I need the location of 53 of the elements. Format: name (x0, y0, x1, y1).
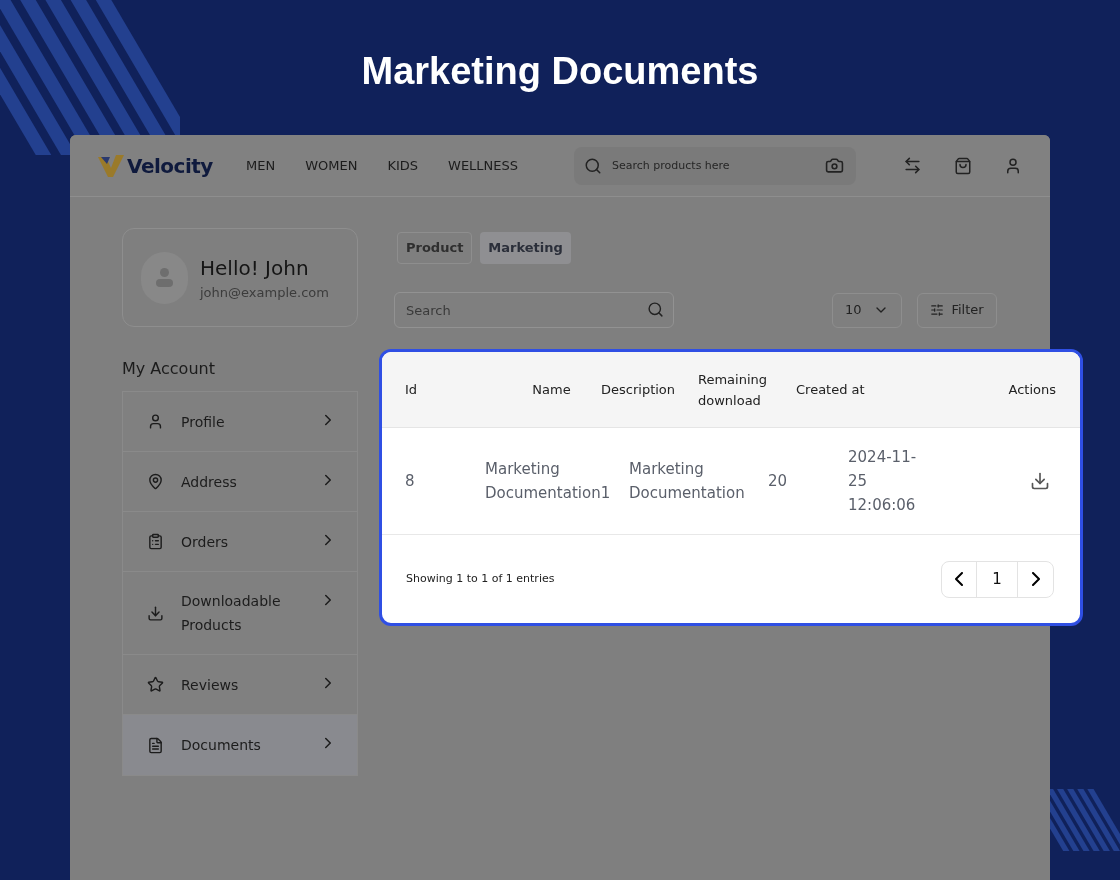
tab[interactable]: Product (397, 232, 473, 264)
column-header: Created at (796, 380, 866, 399)
page-size-select[interactable]: 10 (832, 292, 902, 328)
document-icon (147, 736, 164, 754)
chevron-left-icon (955, 572, 963, 586)
chevron-right-icon (325, 737, 331, 749)
column-header: Remaining download (698, 370, 769, 410)
chevron-right-icon (325, 474, 331, 486)
table-cell-text: 2024-11-25 12:06:06 (848, 447, 918, 516)
product-search-field[interactable]: Search products here (574, 146, 857, 185)
greeting-text: Hello! John (200, 254, 310, 282)
logo-icon (98, 154, 124, 177)
logo-text: Velocity (127, 152, 213, 180)
column-header: Actions (1008, 380, 1056, 399)
account-icon[interactable] (1004, 156, 1022, 175)
nav-link[interactable]: MEN (246, 155, 276, 176)
column-header: Description (601, 380, 677, 399)
bag-icon[interactable] (954, 156, 972, 175)
entries-summary: Showing 1 to 1 of 1 entries (406, 570, 555, 587)
nav-link[interactable]: KIDS (387, 155, 419, 176)
email-text: john@example.com (200, 283, 329, 302)
nav-link[interactable]: WELLNESS (448, 155, 519, 176)
search-icon (647, 301, 664, 318)
chevron-right-icon (325, 534, 331, 546)
nav-link[interactable]: WOMEN (305, 155, 358, 176)
chevron-right-icon (325, 594, 331, 606)
clipboard-icon (147, 533, 164, 550)
table-cell-text: 8 (405, 471, 416, 492)
tab[interactable]: Marketing (480, 232, 571, 264)
search-field[interactable]: Search (394, 292, 674, 328)
compare-icon[interactable] (903, 156, 922, 175)
sliders-icon (930, 303, 945, 317)
table-cell-text: Marketing Documentation1 (485, 459, 612, 504)
column-header: Id (405, 380, 419, 399)
section-heading: My Account (122, 358, 216, 380)
chevron-right-icon (325, 677, 331, 689)
page-button[interactable]: 1 (977, 561, 1018, 597)
avatar-icon (141, 251, 188, 304)
download-icon[interactable] (1030, 471, 1050, 491)
page-title: Marketing Documents (361, 49, 759, 94)
filter-button[interactable]: Filter (917, 292, 997, 328)
camera-icon[interactable] (825, 155, 845, 175)
user-icon (147, 413, 164, 430)
table-cell-text: 20 (768, 471, 789, 492)
table-cell-text: Marketing Documentation (629, 459, 746, 504)
map-pin-icon (147, 473, 164, 490)
column-header: Name (531, 380, 572, 399)
download-icon (147, 604, 164, 622)
account-menu-item[interactable]: Documents (123, 715, 357, 775)
chevron-right-icon (325, 414, 331, 426)
chevron-right-icon (1031, 572, 1040, 586)
star-icon (147, 676, 164, 693)
search-icon (584, 156, 603, 175)
